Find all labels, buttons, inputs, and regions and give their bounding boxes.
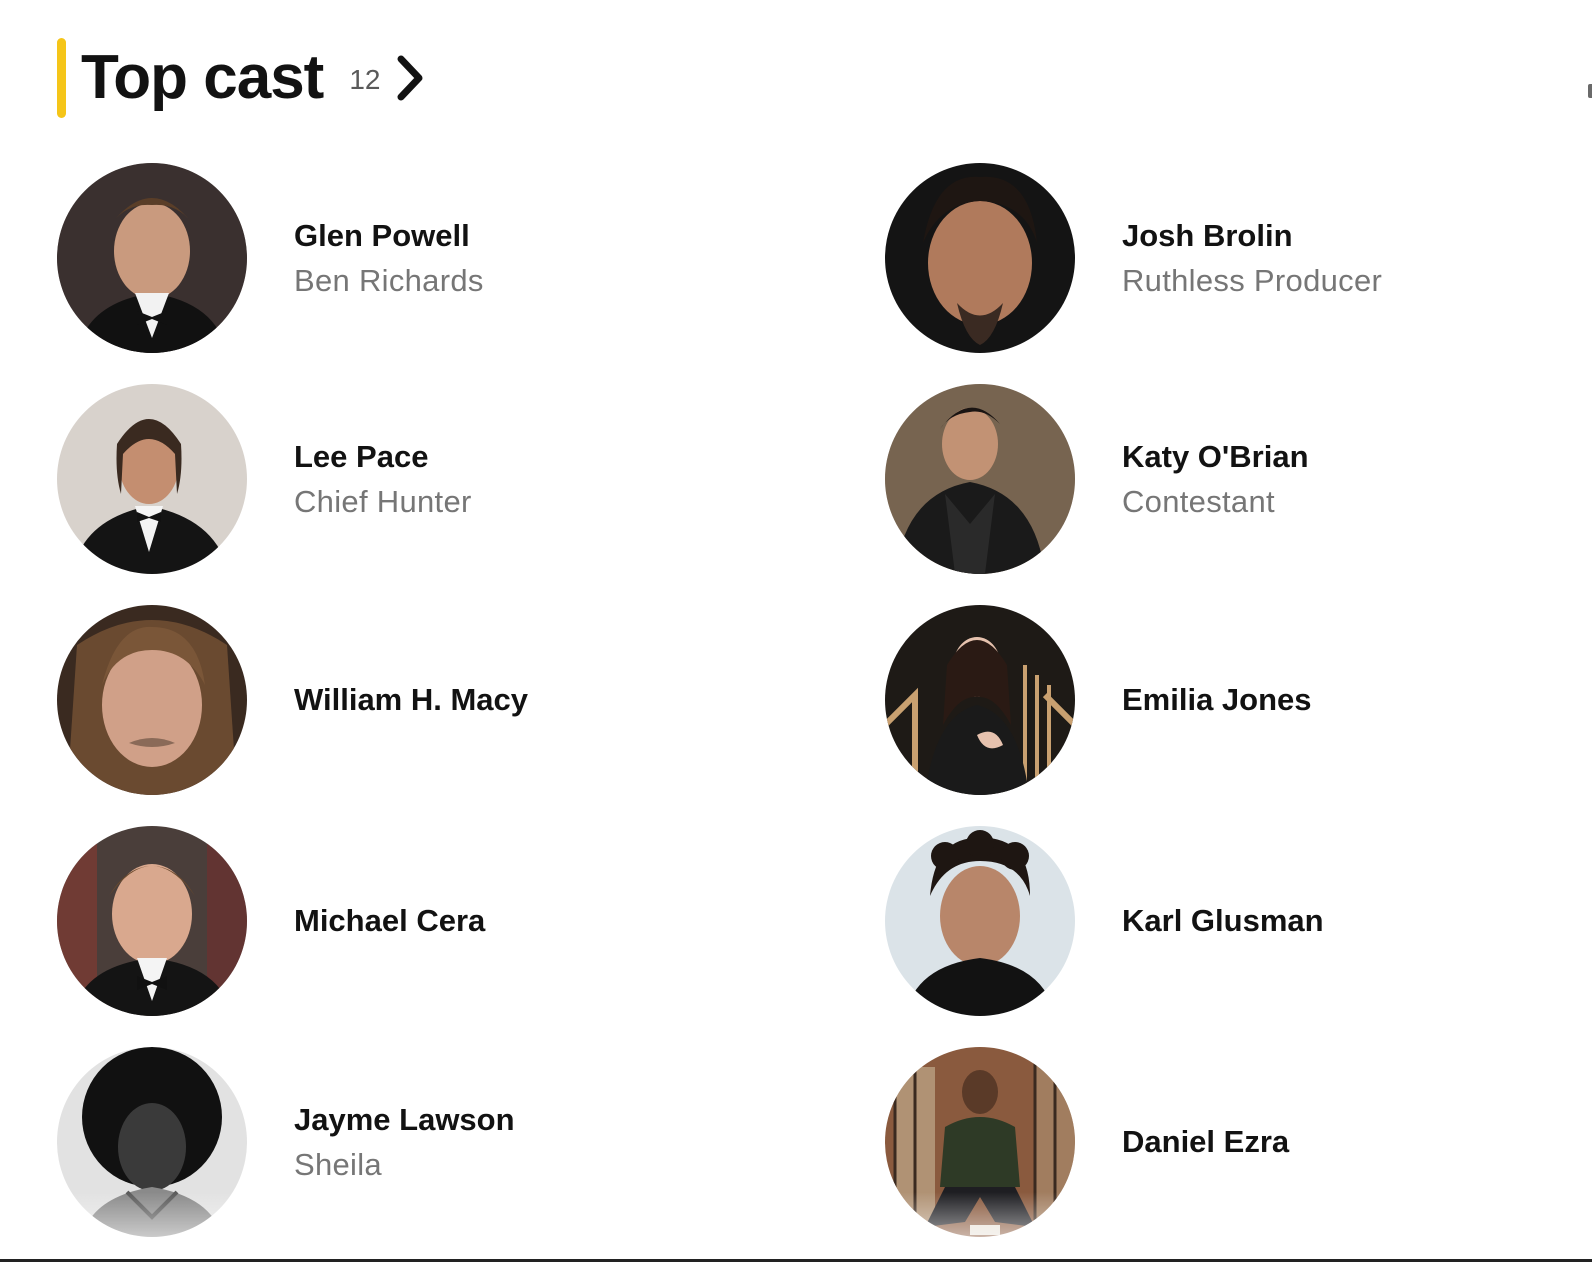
- actor-name[interactable]: Katy O'Brian: [1122, 438, 1309, 475]
- cast-item[interactable]: Jayme Lawson Sheila: [57, 1047, 817, 1237]
- actor-photo[interactable]: [885, 384, 1075, 574]
- actor-name[interactable]: Glen Powell: [294, 217, 484, 254]
- cast-item[interactable]: Emilia Jones: [885, 605, 1592, 795]
- cast-item[interactable]: Glen Powell Ben Richards: [57, 163, 817, 353]
- actor-photo[interactable]: [885, 1047, 1075, 1237]
- actor-name[interactable]: Jayme Lawson: [294, 1101, 515, 1138]
- character-name[interactable]: Sheila: [294, 1146, 515, 1183]
- cast-item[interactable]: Josh Brolin Ruthless Producer: [885, 163, 1592, 353]
- carousel-edge-indicator: [1588, 84, 1592, 98]
- actor-name[interactable]: Lee Pace: [294, 438, 472, 475]
- actor-name[interactable]: Michael Cera: [294, 902, 485, 939]
- character-name[interactable]: Chief Hunter: [294, 483, 472, 520]
- actor-name[interactable]: Josh Brolin: [1122, 217, 1382, 254]
- chevron-right-icon[interactable]: [393, 51, 427, 105]
- actor-name[interactable]: William H. Macy: [294, 681, 528, 718]
- actor-photo[interactable]: [57, 163, 247, 353]
- cast-item[interactable]: William H. Macy: [57, 605, 817, 795]
- actor-photo[interactable]: [57, 605, 247, 795]
- cast-item[interactable]: Karl Glusman: [885, 826, 1592, 1016]
- cast-item[interactable]: Daniel Ezra: [885, 1047, 1592, 1237]
- section-title: Top cast: [81, 43, 324, 112]
- actor-photo[interactable]: [885, 605, 1075, 795]
- cast-item[interactable]: Katy O'Brian Contestant: [885, 384, 1592, 574]
- cast-count: 12: [349, 64, 381, 95]
- actor-photo[interactable]: [57, 826, 247, 1016]
- character-name[interactable]: Ruthless Producer: [1122, 262, 1382, 299]
- character-name[interactable]: Ben Richards: [294, 262, 484, 299]
- actor-photo[interactable]: [57, 1047, 247, 1237]
- actor-photo[interactable]: [57, 384, 247, 574]
- actor-name[interactable]: Karl Glusman: [1122, 902, 1324, 939]
- actor-photo[interactable]: [885, 826, 1075, 1016]
- actor-photo[interactable]: [885, 163, 1075, 353]
- title-accent-bar: [57, 38, 66, 118]
- character-name[interactable]: Contestant: [1122, 483, 1309, 520]
- actor-name[interactable]: Emilia Jones: [1122, 681, 1312, 718]
- cast-item[interactable]: Lee Pace Chief Hunter: [57, 384, 817, 574]
- cast-item[interactable]: Michael Cera: [57, 826, 817, 1016]
- top-cast-header-link[interactable]: Top cast 12: [57, 38, 427, 118]
- top-cast-page: Top cast 12 Glen Powell Ben Richards Jos…: [0, 0, 1592, 1262]
- actor-name[interactable]: Daniel Ezra: [1122, 1123, 1289, 1160]
